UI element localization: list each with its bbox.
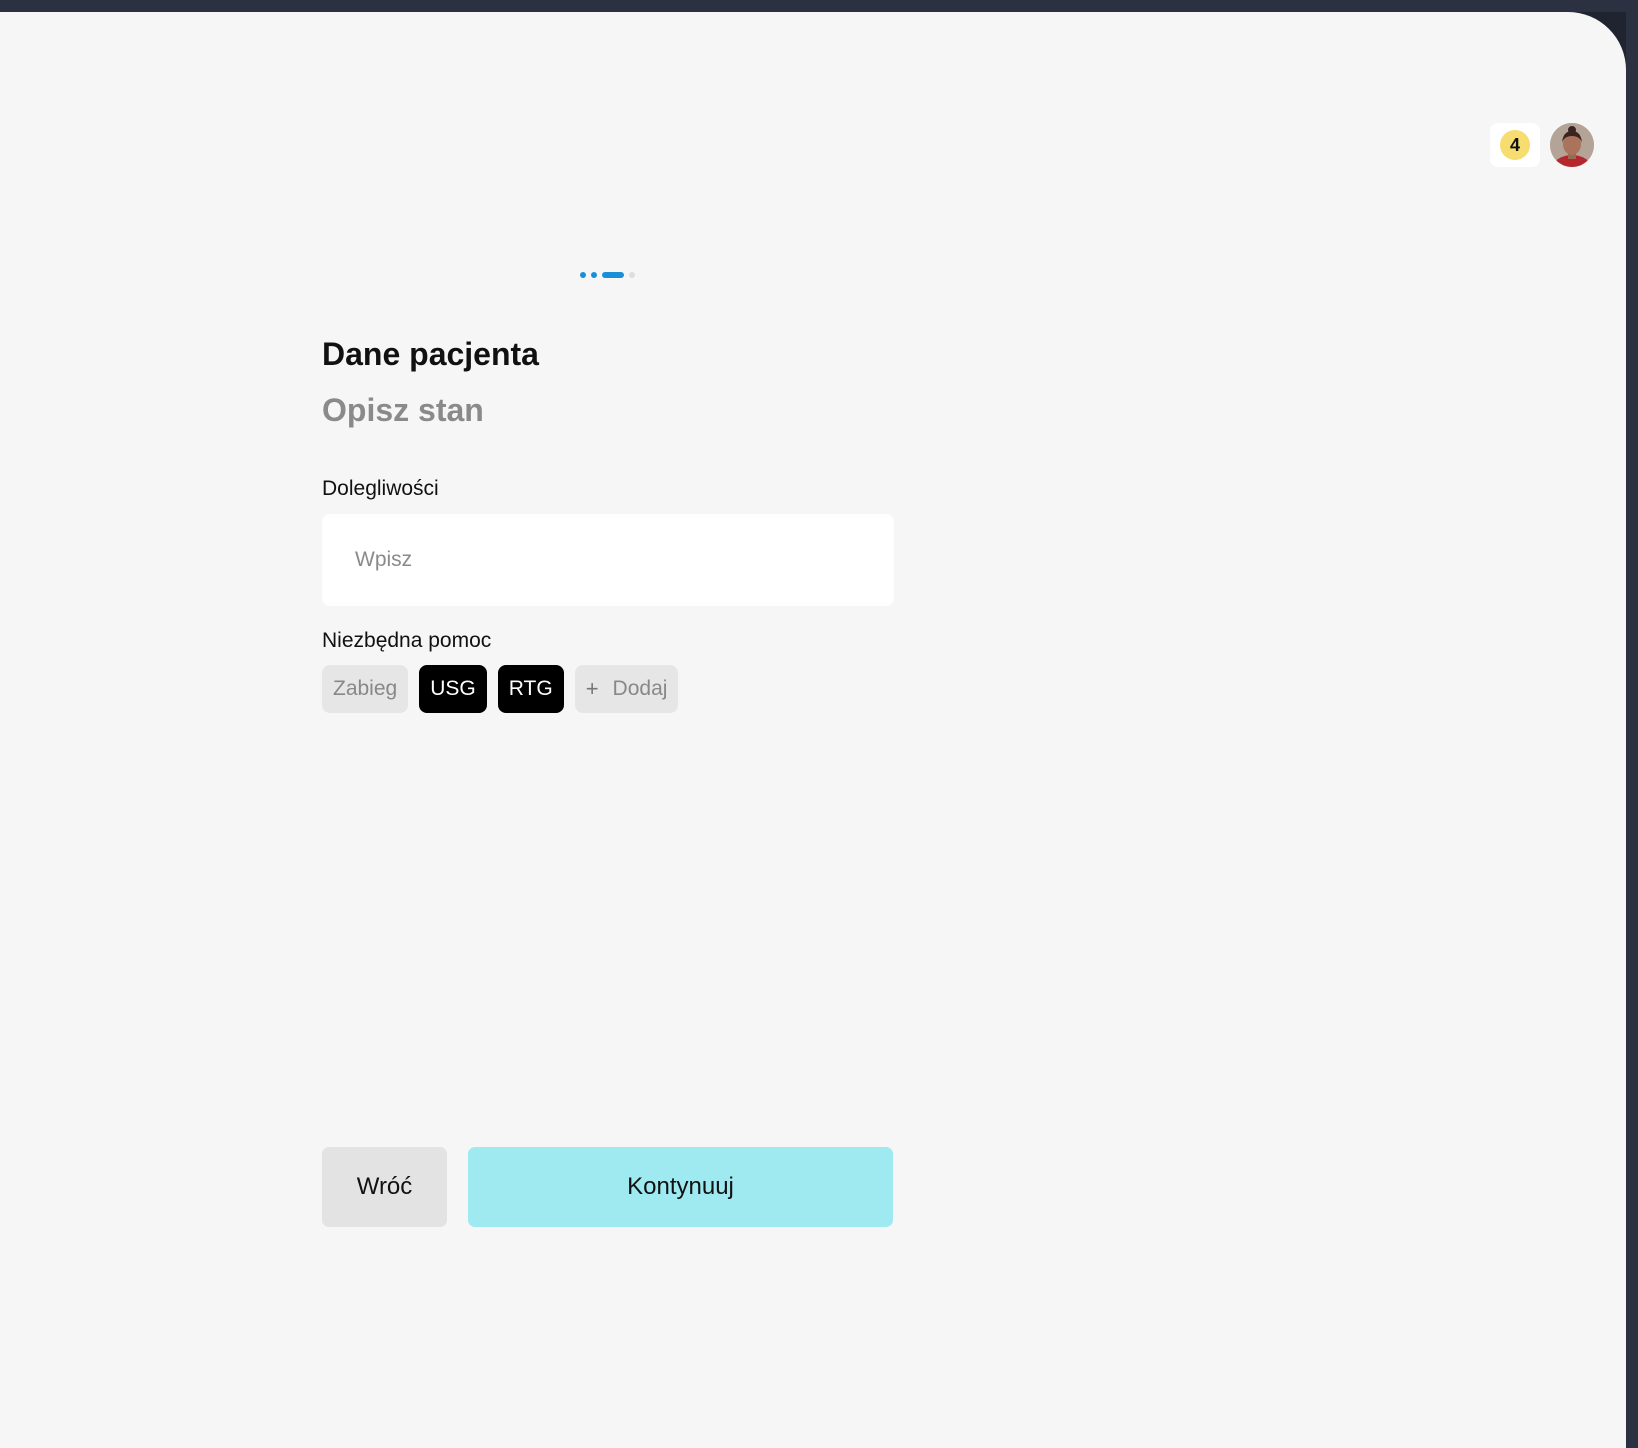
- complaints-input[interactable]: [322, 514, 894, 606]
- chip-usg[interactable]: USG: [419, 665, 487, 713]
- step-indicator-2: [591, 272, 597, 278]
- page-subtitle: Opisz stan: [322, 392, 484, 428]
- window-top-edge: [0, 0, 1638, 12]
- chip-rtg[interactable]: RTG: [497, 665, 564, 713]
- patient-form: Dane pacjenta Opisz stan Dolegliwości Ni…: [322, 332, 894, 713]
- progress-stepper: [580, 272, 635, 278]
- add-chip-button[interactable]: + Dodaj: [574, 665, 679, 713]
- notification-count-badge: 4: [1500, 130, 1530, 160]
- window-right-edge: [1626, 0, 1638, 1448]
- help-chip-group: Zabieg USG RTG + Dodaj: [322, 665, 679, 713]
- step-indicator-4: [629, 272, 635, 278]
- plus-icon: +: [585, 676, 599, 701]
- step-indicator-3-current: [602, 272, 624, 278]
- step-indicator-1: [580, 272, 586, 278]
- app-screen: [0, 12, 1626, 1448]
- user-avatar[interactable]: [1550, 123, 1594, 167]
- form-actions: Wróć Kontynuuj: [322, 1147, 893, 1227]
- add-chip-label: Dodaj: [612, 677, 668, 700]
- page-title: Dane pacjenta: [322, 336, 539, 372]
- complaints-label: Dolegliwości: [322, 477, 439, 500]
- back-button[interactable]: Wróć: [322, 1147, 447, 1227]
- required-help-label: Niezbędna pomoc: [322, 629, 492, 652]
- avatar-photo: [1550, 123, 1594, 167]
- notifications-button[interactable]: 4: [1490, 123, 1540, 167]
- continue-button[interactable]: Kontynuuj: [468, 1147, 893, 1227]
- chip-zabieg[interactable]: Zabieg: [322, 665, 409, 713]
